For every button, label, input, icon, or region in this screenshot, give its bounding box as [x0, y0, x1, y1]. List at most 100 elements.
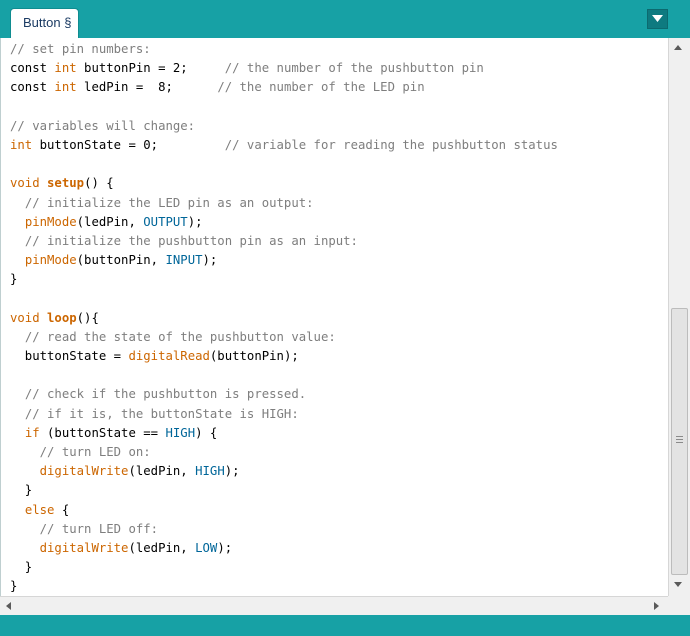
- status-bar: [0, 615, 690, 636]
- code-token: const: [10, 61, 55, 76]
- code-token: loop: [47, 310, 77, 325]
- code-line: pinMode(ledPin, OUTPUT);: [10, 213, 558, 232]
- code-token: digitalRead: [128, 349, 210, 363]
- code-editor[interactable]: // set pin numbers: const int buttonPin =…: [0, 38, 668, 596]
- code-line: }: [10, 577, 558, 596]
- code-token: }: [10, 560, 33, 575]
- vertical-scroll-thumb[interactable]: [671, 308, 688, 575]
- vertical-scrollbar[interactable]: [668, 38, 690, 596]
- code-token: setup: [47, 176, 85, 191]
- code-line: }: [10, 481, 558, 500]
- code-token: // the number of the LED pin: [217, 80, 425, 95]
- code-token: // check if the pushbutton is pressed.: [24, 387, 307, 402]
- scroll-left-arrow-icon[interactable]: [6, 602, 11, 610]
- code-token: (ledPin,: [128, 464, 196, 479]
- code-line: // turn LED off:: [10, 520, 558, 539]
- code-line: // variables will change:: [10, 117, 558, 136]
- code-line: digitalWrite(ledPin, LOW);: [10, 539, 558, 558]
- code-token: // the number of the pushbutton pin: [224, 61, 484, 76]
- scrollbar-corner: [668, 596, 690, 615]
- code-token: }: [10, 483, 33, 498]
- code-token: LOW: [195, 540, 218, 555]
- code-token: digitalWrite: [39, 540, 129, 555]
- code-token: const: [10, 80, 55, 95]
- code-token: pinMode: [24, 253, 77, 268]
- code-line: const int buttonPin = 2; // the number o…: [10, 59, 558, 78]
- code-token: // set pin numbers:: [10, 42, 151, 56]
- code-token: (buttonPin,: [76, 253, 166, 268]
- code-token: // turn LED off:: [39, 521, 159, 536]
- code-token: );: [224, 464, 240, 479]
- code-token: () {: [84, 176, 114, 191]
- code-line: void setup() {: [10, 174, 558, 193]
- tab-label: Button §: [23, 15, 72, 30]
- code-token: );: [217, 540, 233, 555]
- code-token: // turn LED on:: [39, 444, 151, 459]
- code-token: (buttonState ==: [39, 425, 166, 440]
- code-token: ) {: [195, 425, 218, 440]
- tab-bar: Button §: [0, 0, 690, 38]
- code-line: // set pin numbers:: [10, 40, 558, 59]
- code-token: buttonState =: [10, 349, 129, 363]
- code-token: (ledPin,: [128, 540, 196, 555]
- code-line: const int ledPin = 8; // the number of t…: [10, 78, 558, 97]
- code-line: // turn LED on:: [10, 443, 558, 462]
- code-token: if: [24, 425, 40, 440]
- code-token: );: [187, 214, 203, 229]
- code-line: else {: [10, 501, 558, 520]
- code-line: // initialize the LED pin as an output:: [10, 194, 558, 213]
- tab-menu-button[interactable]: [647, 9, 668, 29]
- code-token: buttonPin = 2;: [76, 61, 225, 76]
- code-token: (){: [76, 310, 99, 325]
- code-token: else: [24, 502, 55, 517]
- code-token: // initialize the LED pin as an output:: [24, 195, 314, 210]
- code-line: pinMode(buttonPin, INPUT);: [10, 251, 558, 270]
- code-token: int: [54, 61, 77, 76]
- horizontal-scrollbar[interactable]: [0, 596, 668, 615]
- code-token: ledPin = 8;: [76, 80, 218, 95]
- code-token: (buttonPin);: [209, 349, 299, 363]
- code-line: // initialize the pushbutton pin as an i…: [10, 232, 558, 251]
- arduino-editor-window: Button § // set pin numbers: const int bu…: [0, 0, 690, 636]
- code-token: OUTPUT: [143, 214, 188, 229]
- code-token: int: [10, 137, 33, 152]
- code-token: buttonState = 0;: [32, 137, 225, 152]
- scroll-down-arrow-icon[interactable]: [674, 582, 682, 587]
- code-token: HIGH: [165, 425, 196, 440]
- tab-button-sketch[interactable]: Button §: [10, 8, 79, 38]
- code-line: int buttonState = 0; // variable for rea…: [10, 136, 558, 155]
- code-token: // if it is, the buttonState is HIGH:: [24, 406, 299, 421]
- scroll-right-arrow-icon[interactable]: [654, 602, 659, 610]
- scroll-up-arrow-icon[interactable]: [674, 45, 682, 50]
- code-line: // check if the pushbutton is pressed.: [10, 385, 558, 404]
- code-line: // read the state of the pushbutton valu…: [10, 328, 558, 347]
- grip-icon: [676, 436, 683, 443]
- code-token: INPUT: [165, 253, 203, 268]
- code-token: HIGH: [195, 464, 225, 479]
- code-token: (ledPin,: [76, 214, 144, 229]
- code-line: buttonState = digitalRead(buttonPin);: [10, 347, 558, 366]
- code-text[interactable]: // set pin numbers: const int buttonPin =…: [10, 40, 558, 596]
- code-token: );: [202, 253, 218, 268]
- code-token: // initialize the pushbutton pin as an i…: [24, 233, 358, 248]
- code-token: digitalWrite: [39, 464, 129, 479]
- code-token: }: [10, 579, 18, 594]
- code-token: int: [54, 80, 77, 95]
- code-token: // read the state of the pushbutton valu…: [24, 329, 336, 344]
- code-line: }: [10, 270, 558, 289]
